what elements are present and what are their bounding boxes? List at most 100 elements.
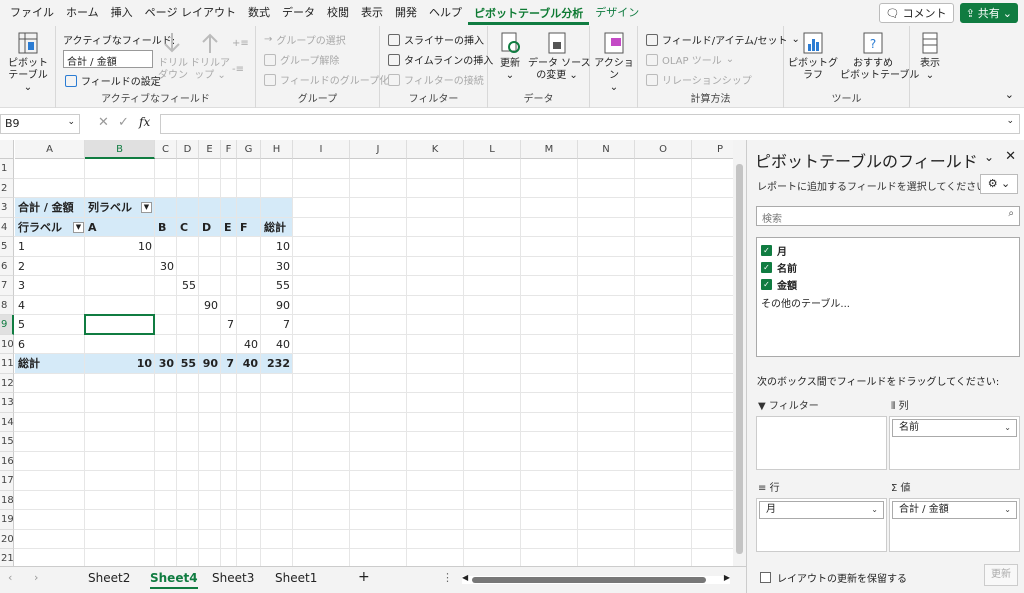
pivot-cell[interactable]: 40 xyxy=(261,335,293,355)
row-header-13[interactable]: 13 xyxy=(0,393,14,413)
scroll-right-icon[interactable]: ▶ xyxy=(724,573,730,582)
pivot-cell[interactable]: 合計 / 金額 xyxy=(15,198,85,218)
menu-tab-8[interactable]: 開発 xyxy=(389,0,423,26)
pivot-cell[interactable]: 総計 xyxy=(261,218,293,238)
row-header-20[interactable]: 20 xyxy=(0,529,14,549)
column-header-L[interactable]: L xyxy=(464,140,521,159)
pivot-cell[interactable]: 90 xyxy=(199,296,221,316)
row-header-15[interactable]: 15 xyxy=(0,432,14,452)
pane-options-icon[interactable]: ⌄ xyxy=(984,150,994,164)
values-field-pill[interactable]: 合計 / 金額 ⌄ xyxy=(892,501,1017,519)
row-header-14[interactable]: 14 xyxy=(0,412,14,432)
pivot-cell[interactable]: 55 xyxy=(177,276,199,296)
pivot-cell[interactable]: 2 xyxy=(15,257,85,277)
olap-tools-button[interactable]: OLAP ツール ⌄ xyxy=(646,52,734,67)
menu-tab-2[interactable]: 挿入 xyxy=(105,0,139,26)
row-header-12[interactable]: 12 xyxy=(0,373,14,393)
share-button[interactable]: ⇪ 共有 ⌄ xyxy=(959,3,1018,23)
spreadsheet-grid[interactable]: A B C D E F G H I J K L M N O P 1 2 3 4 5 6 7 8 9 10 11 12 13 14 15 16 1… xyxy=(0,140,746,566)
row-field-pill[interactable]: 月 ⌄ xyxy=(759,501,884,519)
refresh-button[interactable]: 更新 ⌄ xyxy=(494,30,526,82)
pivot-cell[interactable]: 30 xyxy=(155,257,177,277)
row-header-18[interactable]: 18 xyxy=(0,490,14,510)
pivot-cell[interactable]: 90 xyxy=(199,354,221,374)
menu-tab-0[interactable]: ファイル xyxy=(4,0,60,26)
pivot-cell[interactable]: 40 xyxy=(237,354,261,374)
actions-button[interactable]: アクション ⌄ xyxy=(594,30,634,94)
active-field-input[interactable]: 合計 / 金額 xyxy=(63,50,153,68)
select-all-corner[interactable] xyxy=(0,140,14,159)
row-header-7[interactable]: 7 xyxy=(0,276,14,296)
pivot-cell[interactable]: 7 xyxy=(261,315,293,335)
checkbox-checked-icon[interactable]: ✓ xyxy=(761,245,772,256)
sheet-tab-sheet2[interactable]: Sheet2 xyxy=(88,571,130,585)
sheet-tab-sheet4[interactable]: Sheet4 xyxy=(150,571,198,589)
group-selection-button[interactable]: → グループの選択 xyxy=(264,32,346,47)
pivot-cell[interactable]: E xyxy=(221,218,237,238)
column-header-O[interactable]: O xyxy=(635,140,692,159)
group-field-button[interactable]: フィールドのグループ化 xyxy=(264,72,389,87)
change-data-source-button[interactable]: データ ソース の変更 ⌄ xyxy=(528,30,591,82)
pivot-cell[interactable]: 3 xyxy=(15,276,85,296)
horizontal-scroll-thumb[interactable] xyxy=(472,577,706,583)
field-item-amount[interactable]: ✓ 金額 xyxy=(761,276,1015,293)
menu-tab-9[interactable]: ヘルプ xyxy=(423,0,468,26)
column-header-J[interactable]: J xyxy=(350,140,407,159)
values-area[interactable]: Σ 値 合計 / 金額 ⌄ xyxy=(889,480,1020,552)
checkbox-checked-icon[interactable]: ✓ xyxy=(761,279,772,290)
horizontal-scrollbar[interactable]: ◀ ▶ xyxy=(462,573,730,584)
pivot-cell[interactable]: 7 xyxy=(221,315,237,335)
pivot-cell[interactable]: 5 xyxy=(15,315,85,335)
sheet-tab-sheet3[interactable]: Sheet3 xyxy=(212,571,254,585)
pivot-table-button[interactable]: ピボットテーブル ⌄ xyxy=(4,30,52,94)
menu-tab-10[interactable]: ピボットテーブル分析 xyxy=(467,1,590,25)
cancel-icon[interactable]: ✕ xyxy=(98,115,109,130)
column-header-A[interactable]: A xyxy=(15,140,85,159)
pivot-cell[interactable]: 10 xyxy=(85,354,155,374)
column-area[interactable]: ⦀ 列 名前 ⌄ xyxy=(889,398,1020,470)
column-filter-dropdown[interactable]: ▼ xyxy=(141,202,152,213)
menu-tab-7[interactable]: 表示 xyxy=(355,0,389,26)
menu-tab-1[interactable]: ホーム xyxy=(60,0,105,26)
pivot-cell[interactable]: 90 xyxy=(261,296,293,316)
pivot-cell[interactable]: 総計 xyxy=(15,354,85,374)
row-header-4[interactable]: 4 xyxy=(0,217,14,237)
pivot-cell[interactable]: 232 xyxy=(261,354,293,374)
more-tables-link[interactable]: その他のテーブル... xyxy=(761,295,1015,310)
pivot-cell[interactable]: C xyxy=(177,218,199,238)
column-header-K[interactable]: K xyxy=(407,140,464,159)
menu-tab-3[interactable]: ページ レイアウト xyxy=(139,0,242,26)
column-header-E[interactable]: E xyxy=(199,140,221,159)
menu-tab-11[interactable]: デザイン xyxy=(589,0,645,26)
pivot-cell[interactable]: 4 xyxy=(15,296,85,316)
field-item-month[interactable]: ✓ 月 xyxy=(761,242,1015,259)
scroll-left-icon[interactable]: ◀ xyxy=(462,573,468,582)
name-box[interactable]: B9 ⌄ xyxy=(0,114,80,134)
comment-button[interactable]: 🗨 コメント xyxy=(878,3,954,23)
pivot-cell[interactable]: 10 xyxy=(85,237,155,257)
column-header-D[interactable]: D xyxy=(177,140,199,159)
row-header-10[interactable]: 10 xyxy=(0,334,14,354)
menu-tab-6[interactable]: 校閲 xyxy=(321,0,355,26)
fields-items-sets-button[interactable]: フィールド/アイテム/セット ⌄ xyxy=(646,32,800,47)
column-header-I[interactable]: I xyxy=(293,140,350,159)
relationships-button[interactable]: リレーションシップ xyxy=(646,72,752,87)
next-sheet-icon[interactable]: › xyxy=(34,571,38,584)
row-header-8[interactable]: 8 xyxy=(0,295,14,315)
column-header-B[interactable]: B xyxy=(85,140,155,159)
row-filter-dropdown[interactable]: ▼ xyxy=(73,221,84,233)
row-header-5[interactable]: 5 xyxy=(0,237,14,257)
ribbon-collapse-icon[interactable]: ⌄ xyxy=(1005,88,1014,101)
show-button[interactable]: 表示 ⌄ xyxy=(914,30,946,82)
filter-connections-button[interactable]: フィルターの接続 xyxy=(388,72,484,87)
field-item-name[interactable]: ✓ 名前 xyxy=(761,259,1015,276)
pivot-cell[interactable]: 1 xyxy=(15,237,85,257)
drilldown-button[interactable]: ドリル ダウン xyxy=(158,30,188,82)
insert-timeline-button[interactable]: タイムラインの挿入 xyxy=(388,52,493,67)
pivot-cell[interactable]: 40 xyxy=(237,335,261,355)
pivot-cell[interactable]: 55 xyxy=(177,354,199,374)
recommended-pivot-button[interactable]: ? おすすめ ピボットテーブル xyxy=(840,30,919,82)
row-header-1[interactable]: 1 xyxy=(0,159,14,179)
update-button[interactable]: 更新 xyxy=(984,564,1018,586)
close-icon[interactable]: ✕ xyxy=(1005,149,1016,164)
